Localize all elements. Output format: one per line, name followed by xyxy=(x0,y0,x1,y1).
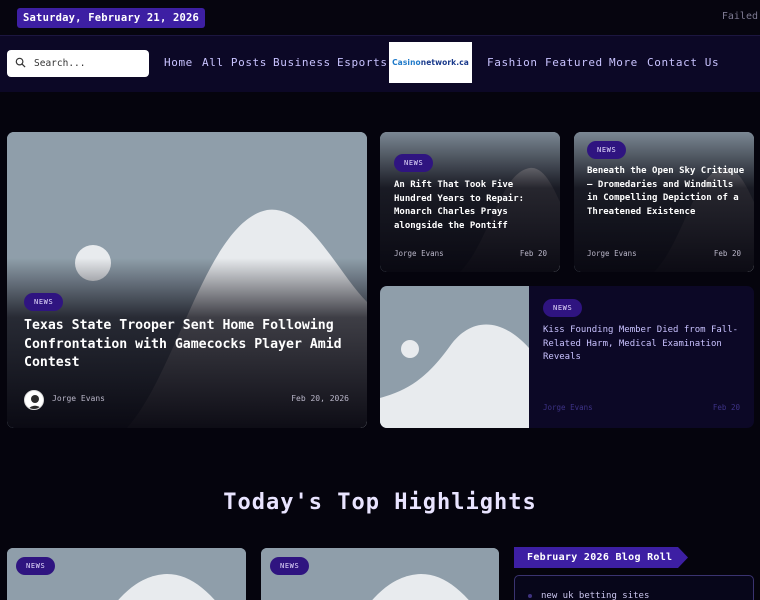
nav-contact-us[interactable]: Contact Us xyxy=(647,56,719,69)
highlight-card[interactable]: NEWS xyxy=(7,548,246,600)
hero-author[interactable]: Jorge Evans xyxy=(52,394,105,403)
article-image-placeholder xyxy=(380,286,529,428)
article-date: Feb 20 xyxy=(713,249,741,258)
article-author[interactable]: Jorge Evans xyxy=(587,249,637,258)
article-author[interactable]: Jorge Evans xyxy=(394,249,444,258)
bullet-icon xyxy=(528,594,532,598)
news-badge[interactable]: NEWS xyxy=(270,557,310,575)
site-logo[interactable]: Casinonetwork.ca xyxy=(389,42,472,83)
article-card[interactable]: NEWS An Rift That Took Five Hundred Year… xyxy=(380,132,560,272)
nav-business[interactable]: Business xyxy=(273,56,331,69)
news-badge[interactable]: NEWS xyxy=(394,154,434,172)
article-card-wide[interactable]: NEWS Kiss Founding Member Died from Fall… xyxy=(380,286,754,428)
article-date: Feb 20 xyxy=(519,249,547,258)
main-nav: Search... Home All Posts Business Esport… xyxy=(0,36,760,92)
hero-date: Feb 20, 2026 xyxy=(291,394,349,403)
article-card[interactable]: NEWS Beneath the Open Sky Critique – Dro… xyxy=(574,132,754,272)
news-badge[interactable]: NEWS xyxy=(587,141,627,159)
news-badge[interactable]: NEWS xyxy=(24,293,64,311)
article-title[interactable]: Beneath the Open Sky Critique – Dromedar… xyxy=(587,165,749,220)
search-placeholder: Search... xyxy=(34,58,86,69)
hero-card[interactable]: NEWS Texas State Trooper Sent Home Follo… xyxy=(7,132,367,428)
nav-featured[interactable]: Featured xyxy=(545,56,603,69)
status-text: Failed xyxy=(721,11,758,22)
blogroll-item[interactable]: new uk betting sites xyxy=(541,591,649,600)
nav-more[interactable]: More xyxy=(609,56,638,69)
search-icon xyxy=(15,57,26,68)
nav-home[interactable]: Home xyxy=(164,56,193,69)
article-author[interactable]: Jorge Evans xyxy=(543,403,593,412)
author-avatar xyxy=(24,390,44,410)
search-input[interactable]: Search... xyxy=(7,50,149,77)
article-title[interactable]: Kiss Founding Member Died from Fall-Rela… xyxy=(543,324,743,365)
section-title: Today's Top Highlights xyxy=(223,490,537,515)
top-bar: Saturday, February 21, 2026 Failed xyxy=(0,0,760,36)
highlight-card[interactable]: NEWS xyxy=(261,548,499,600)
nav-esports[interactable]: Esports xyxy=(337,56,388,69)
news-badge[interactable]: NEWS xyxy=(16,557,56,575)
date-badge: Saturday, February 21, 2026 xyxy=(17,8,206,28)
nav-fashion[interactable]: Fashion xyxy=(487,56,538,69)
article-title[interactable]: An Rift That Took Five Hundred Years to … xyxy=(394,179,554,234)
nav-all-posts[interactable]: All Posts xyxy=(202,56,267,69)
blogroll-title: February 2026 Blog Roll xyxy=(527,552,673,563)
hero-title[interactable]: Texas State Trooper Sent Home Following … xyxy=(24,317,359,373)
logo-suffix: network.ca xyxy=(420,58,469,67)
logo-prefix: Casino xyxy=(392,58,421,67)
blogroll-header: February 2026 Blog Roll xyxy=(514,547,688,568)
news-badge[interactable]: NEWS xyxy=(543,299,583,317)
article-date: Feb 20 xyxy=(712,403,740,412)
